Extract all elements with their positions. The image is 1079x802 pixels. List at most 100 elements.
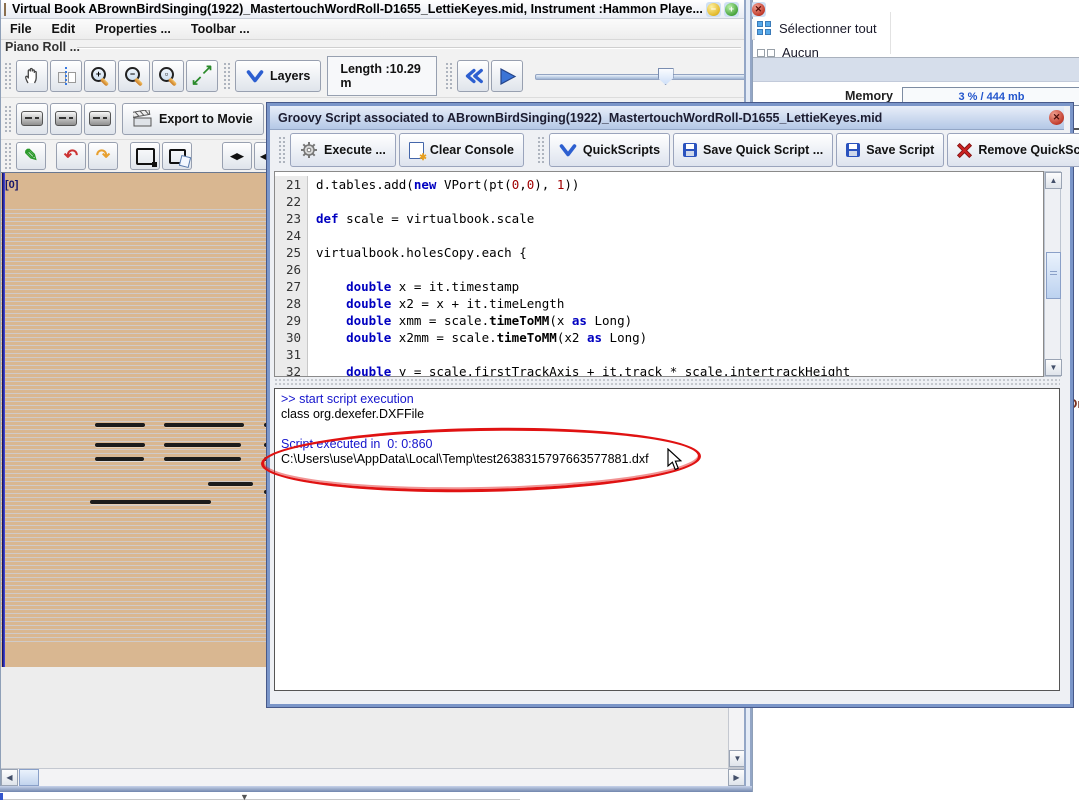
code-line: 23def scale = virtualbook.scale [275, 210, 1043, 227]
roll-view-2-button[interactable] [50, 103, 82, 135]
dialog-toolbar: Execute ... Clear Console QuickScripts S… [270, 129, 1064, 171]
save-script-label: Save Script [866, 143, 934, 157]
menu-file[interactable]: File [10, 22, 32, 36]
code-line: 24 [275, 227, 1043, 244]
expand-selection-button[interactable]: ◂▸ [222, 142, 252, 170]
note-bar[interactable] [208, 482, 253, 486]
script-editor[interactable]: 21d.tables.add(new VPort(pt(0,0), 1))222… [274, 171, 1044, 377]
roll-view-1-button[interactable] [16, 103, 48, 135]
zoom-out-button[interactable]: − [118, 60, 150, 92]
toolbar-drag-handle[interactable] [278, 136, 287, 164]
horizontal-scrollbar[interactable]: ◀ ▶ [1, 768, 745, 786]
roll-icon [21, 111, 43, 126]
undo-button[interactable]: ↶ [56, 142, 86, 170]
select-rectangle-button[interactable] [130, 142, 160, 170]
scrollbar-thumb[interactable] [1046, 252, 1061, 299]
copy-selection-button[interactable] [162, 142, 192, 170]
copy-selection-icon [169, 149, 186, 164]
play-button[interactable] [491, 60, 523, 92]
scroll-down-arrow[interactable]: ▼ [1045, 359, 1062, 376]
quickscripts-label: QuickScripts [583, 143, 660, 157]
select-all-item[interactable]: Sélectionner tout [757, 21, 877, 36]
remove-quickscripts-button[interactable]: Remove QuickScripts [947, 133, 1079, 167]
line-number: 21 [275, 176, 308, 193]
code-line: 32 double y = scale.firstTrackAxis + it.… [275, 363, 1043, 377]
select-rectangle-icon [136, 148, 155, 165]
scroll-up-arrow[interactable]: ▲ [1045, 172, 1062, 189]
toolbar-drag-handle[interactable] [223, 62, 232, 90]
editor-console-splitter[interactable] [274, 378, 1060, 387]
code-line: 26 [275, 261, 1043, 278]
execute-button[interactable]: Execute ... [290, 133, 396, 167]
remove-quickscripts-label: Remove QuickScripts [978, 143, 1079, 157]
save-quick-script-button[interactable]: Save Quick Script ... [673, 133, 833, 167]
hand-tool-button[interactable] [16, 60, 48, 92]
note-bar[interactable] [164, 457, 241, 461]
chevron-down-icon [559, 144, 577, 157]
line-number: 22 [275, 193, 308, 210]
fit-view-button[interactable]: ↗ ↙ [186, 60, 218, 92]
zoom-in-icon: + [90, 66, 110, 86]
window-titlebar[interactable]: Virtual Book ABrownBirdSinging(1922)_Mas… [1, 0, 746, 19]
zoom-region-button[interactable]: ▫ [152, 60, 184, 92]
code-line: 22 [275, 193, 1043, 210]
piano-roll-panel-title: Piano Roll ... [5, 40, 80, 54]
toolbar-drag-handle[interactable] [445, 62, 454, 90]
window-title: Virtual Book ABrownBirdSinging(1922)_Mas… [12, 2, 703, 16]
clear-console-button[interactable]: Clear Console [399, 133, 524, 167]
toolbar-drag-handle[interactable] [537, 136, 546, 164]
floppy-icon [846, 143, 860, 157]
clear-console-icon [409, 142, 424, 159]
note-bar[interactable] [95, 457, 144, 461]
clapperboard-icon [133, 110, 153, 128]
toolbar-drag-handle[interactable] [4, 105, 13, 133]
code-line: 29 double xmm = scale.timeToMM(x as Long… [275, 312, 1043, 329]
dialog-titlebar[interactable]: Groovy Script associated to ABrownBirdSi… [270, 106, 1064, 130]
note-bar[interactable] [95, 423, 145, 427]
code-line: 28 double x2 = x + it.timeLength [275, 295, 1043, 312]
line-number: 29 [275, 312, 308, 329]
ribbon-divider [890, 12, 891, 54]
minimize-button[interactable]: − [706, 2, 721, 17]
menu-edit[interactable]: Edit [52, 22, 76, 36]
maximize-button[interactable]: + [724, 2, 739, 17]
export-movie-button[interactable]: Export to Movie [122, 103, 264, 135]
note-bar[interactable] [90, 500, 211, 504]
toolbar-drag-handle[interactable] [4, 62, 13, 90]
line-number: 27 [275, 278, 308, 295]
layers-button[interactable]: Layers [235, 60, 321, 92]
note-bar[interactable] [164, 423, 244, 427]
code-line: 27 double x = it.timestamp [275, 278, 1043, 295]
roll-icon [89, 111, 111, 126]
scrollbar-thumb[interactable] [19, 769, 39, 786]
fit-width-button[interactable] [50, 60, 82, 92]
slider-thumb[interactable] [658, 68, 674, 85]
corner-mark [0, 793, 3, 800]
redo-button[interactable]: ↷ [88, 142, 118, 170]
roll-view-3-button[interactable] [84, 103, 116, 135]
position-slider[interactable] [535, 67, 746, 85]
rewind-icon [462, 67, 484, 85]
line-number: 24 [275, 227, 308, 244]
save-script-button[interactable]: Save Script [836, 133, 944, 167]
quickscripts-button[interactable]: QuickScripts [549, 133, 670, 167]
pencil-tool-button[interactable]: ✎ [16, 142, 46, 170]
editor-scrollbar[interactable]: ▲ ▼ [1044, 171, 1061, 377]
slider-track[interactable] [535, 74, 746, 80]
toolbar-drag-handle[interactable] [4, 142, 13, 170]
dialog-close-button[interactable]: ✕ [1049, 110, 1064, 125]
scroll-right-arrow[interactable]: ▶ [728, 769, 745, 786]
menu-properties[interactable]: Properties ... [95, 22, 171, 36]
note-bar[interactable] [164, 443, 241, 447]
rewind-button[interactable] [457, 60, 489, 92]
memory-label: Memory [845, 89, 893, 103]
console-line: >> start script execution [281, 392, 1053, 407]
scroll-left-arrow[interactable]: ◀ [1, 769, 18, 786]
close-button[interactable]: ✕ [751, 2, 766, 17]
menu-toolbar[interactable]: Toolbar ... [191, 22, 250, 36]
zoom-in-button[interactable]: + [84, 60, 116, 92]
note-bar[interactable] [95, 443, 145, 447]
fit-arrows-icon: ↗ ↙ [193, 67, 211, 85]
panel-title-line [77, 47, 741, 49]
length-label: Length :10.29 m [327, 56, 437, 96]
